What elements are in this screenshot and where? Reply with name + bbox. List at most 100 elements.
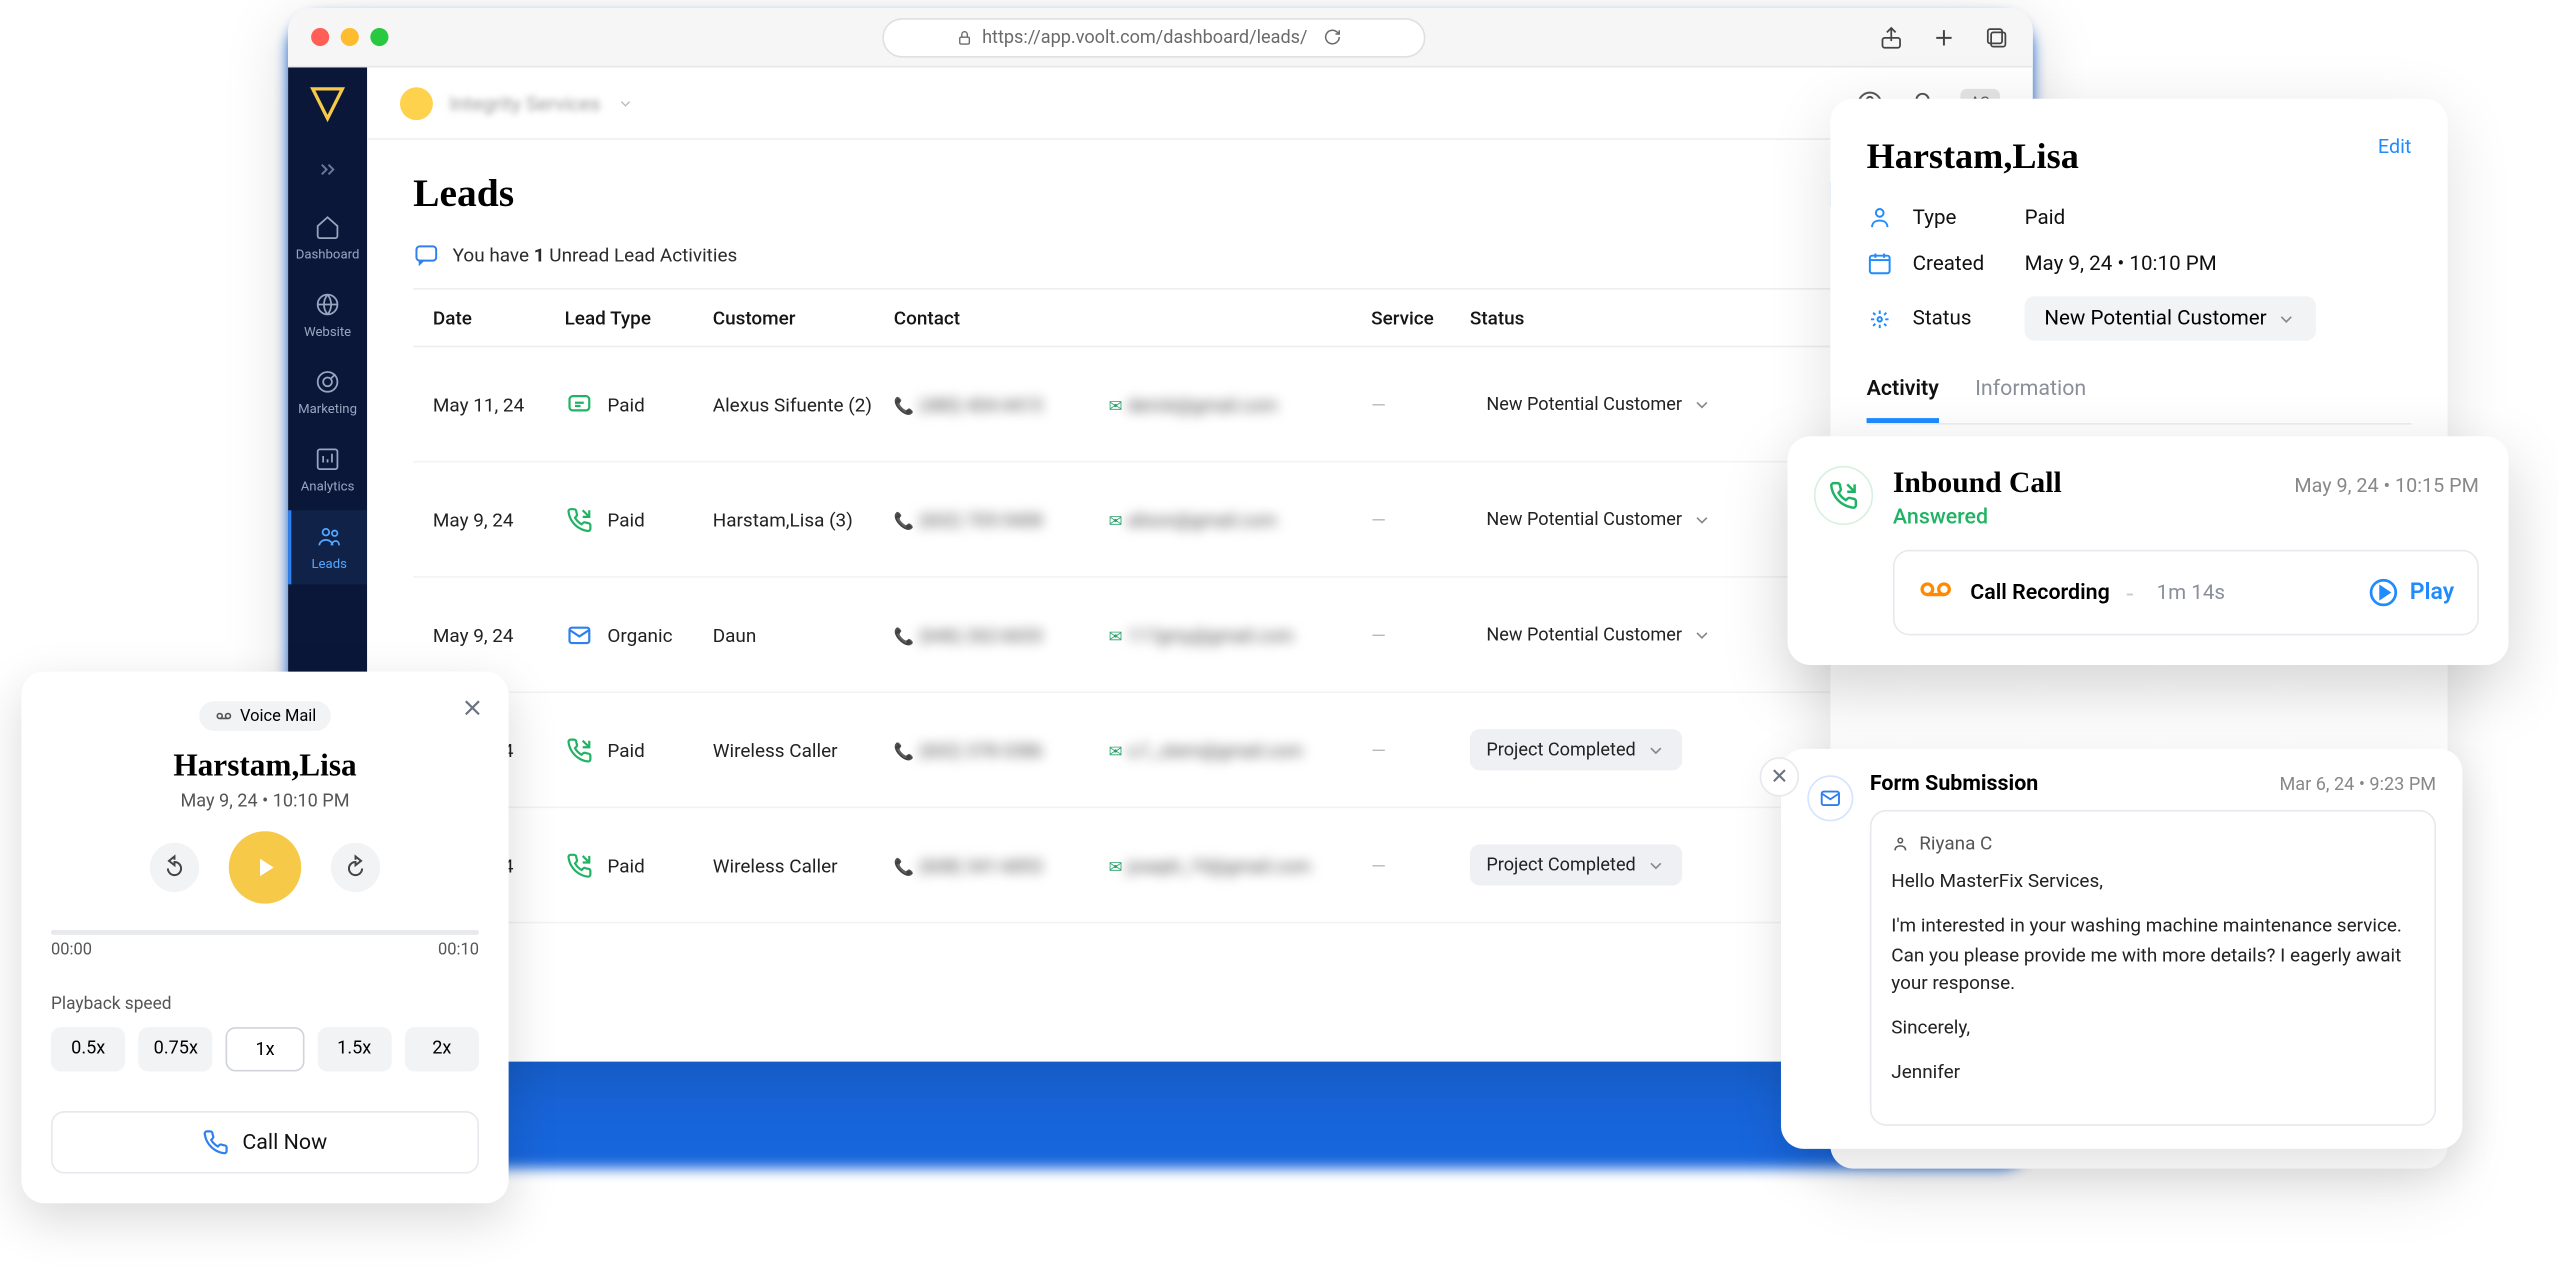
time-current: 00:00 bbox=[51, 942, 92, 960]
cell-customer: Wireless Caller bbox=[713, 738, 894, 761]
form-user: Riyana C bbox=[1891, 831, 2414, 854]
share-icon[interactable] bbox=[1878, 24, 1904, 50]
table-row[interactable]: May 11, 24 Paid Alexus Sifuente (2) 📞 (4… bbox=[413, 347, 1987, 462]
cell-service: — bbox=[1371, 853, 1470, 876]
chevron-down-icon[interactable] bbox=[617, 95, 633, 111]
cell-service: — bbox=[1371, 393, 1470, 416]
status-dropdown[interactable]: New Potential Customer bbox=[1470, 614, 1728, 655]
cell-lead-type: Paid bbox=[607, 393, 644, 416]
sidebar-collapse-icon[interactable] bbox=[316, 156, 339, 187]
sidebar-item-leads[interactable]: Leads bbox=[288, 510, 367, 584]
status-dropdown[interactable]: Project Completed bbox=[1470, 844, 1682, 885]
page-title: Leads bbox=[413, 172, 514, 216]
sidebar-item-analytics[interactable]: Analytics bbox=[288, 433, 367, 507]
cell-date: May 9, 24 bbox=[433, 623, 565, 646]
mail-icon bbox=[565, 620, 595, 650]
cell-service: — bbox=[1371, 738, 1470, 761]
table-row[interactable]: May 9, 24 Paid Harstam,Lisa (3) 📞 (602) … bbox=[413, 463, 1987, 578]
lead-name: Harstam,Lisa bbox=[1867, 135, 2079, 178]
status-dropdown[interactable]: New Potential Customer bbox=[1470, 384, 1728, 425]
sidebar-item-label: Dashboard bbox=[296, 247, 360, 262]
speed-option[interactable]: 0.75x bbox=[139, 1027, 213, 1071]
status-icon bbox=[1867, 305, 1897, 331]
reload-icon[interactable] bbox=[1324, 28, 1342, 46]
play-button[interactable] bbox=[229, 831, 301, 903]
rewind-10-button[interactable] bbox=[150, 843, 199, 892]
cell-customer: Alexus Sifuente (2) bbox=[713, 393, 894, 416]
cell-contact: 📞 (602) 705-5408 ✉ alison@gmail.com bbox=[894, 508, 1371, 531]
chevron-down-icon bbox=[1646, 855, 1666, 875]
tabs-icon[interactable] bbox=[1983, 24, 2009, 50]
msg-icon bbox=[565, 389, 595, 419]
calendar-icon bbox=[1867, 250, 1897, 276]
status-dropdown[interactable]: New Potential Customer bbox=[2025, 296, 2316, 340]
call-in-icon bbox=[565, 504, 595, 534]
sidebar-item-website[interactable]: Website bbox=[288, 278, 367, 352]
vm-time: May 9, 24 • 10:10 PM bbox=[51, 790, 479, 811]
cell-service: — bbox=[1371, 508, 1470, 531]
window-min-dot[interactable] bbox=[341, 28, 359, 46]
col-status: Status bbox=[1470, 306, 1799, 329]
plus-icon[interactable] bbox=[1931, 24, 1957, 50]
sidebar-item-label: Website bbox=[304, 324, 351, 339]
table-row[interactable]: May 5, 24 Paid Wireless Caller 📞 (602) 3… bbox=[413, 693, 1987, 808]
window-close-dot[interactable] bbox=[311, 28, 329, 46]
edit-link[interactable]: Edit bbox=[2378, 135, 2411, 158]
speed-option[interactable]: 2x bbox=[405, 1027, 479, 1071]
status-dropdown[interactable]: Project Completed bbox=[1470, 729, 1682, 770]
workspace-name[interactable]: Integrity Services bbox=[449, 91, 600, 114]
voicemail-card: Voice Mail Harstam,Lisa May 9, 24 • 10:1… bbox=[21, 672, 508, 1204]
playback-track[interactable] bbox=[51, 930, 479, 935]
inbound-title: Inbound Call bbox=[1893, 466, 2062, 501]
tab-information[interactable]: Information bbox=[1975, 377, 2086, 423]
cell-contact: 📞 (608) 341-6853 ✉ joseph_19@gmail.com bbox=[894, 853, 1371, 876]
url-text: https://app.voolt.com/dashboard/leads/ bbox=[982, 26, 1307, 47]
speed-option[interactable]: 1x bbox=[226, 1027, 304, 1071]
play-icon bbox=[2367, 576, 2400, 609]
form-time: Mar 6, 24 • 9:23 PM bbox=[2279, 774, 2436, 795]
window-max-dot[interactable] bbox=[370, 28, 388, 46]
sidebar-item-dashboard[interactable]: Dashboard bbox=[288, 201, 367, 275]
cell-date: May 9, 24 bbox=[433, 508, 565, 531]
inbound-time: May 9, 24 • 10:15 PM bbox=[2294, 474, 2478, 497]
status-dropdown[interactable]: New Potential Customer bbox=[1470, 499, 1728, 540]
call-in-icon bbox=[565, 735, 595, 765]
sidebar-item-marketing[interactable]: Marketing bbox=[288, 356, 367, 430]
forward-10-button[interactable] bbox=[331, 843, 380, 892]
leads-table: Date Lead Type Customer Contact Service … bbox=[413, 288, 1987, 923]
voicemail-icon bbox=[214, 706, 234, 726]
table-row[interactable]: May 4, 24 Paid Wireless Caller 📞 (608) 3… bbox=[413, 808, 1987, 923]
chevron-down-icon bbox=[1646, 740, 1666, 760]
cell-lead-type: Paid bbox=[607, 738, 644, 761]
close-icon[interactable] bbox=[459, 695, 485, 728]
col-service: Service bbox=[1371, 306, 1470, 329]
person-icon bbox=[1891, 834, 1909, 852]
close-button[interactable]: ✕ bbox=[1760, 757, 1800, 797]
call-in-icon bbox=[565, 850, 595, 880]
address-bar[interactable]: https://app.voolt.com/dashboard/leads/ bbox=[882, 17, 1425, 57]
play-icon bbox=[250, 853, 280, 883]
workspace-icon bbox=[400, 86, 433, 119]
cell-customer: Wireless Caller bbox=[713, 853, 894, 876]
speed-option[interactable]: 0.5x bbox=[51, 1027, 125, 1071]
voicemail-icon bbox=[1918, 571, 1954, 614]
table-row[interactable]: May 9, 24 Organic Daun 📞 (646) 262-6653 … bbox=[413, 578, 1987, 693]
col-lead-type: Lead Type bbox=[565, 306, 713, 329]
recording-duration: 1m 14s bbox=[2157, 580, 2225, 605]
logo-icon bbox=[308, 84, 348, 124]
chat-icon bbox=[413, 242, 439, 268]
cell-customer: Daun bbox=[713, 623, 894, 646]
cell-contact: 📞 (646) 262-6653 ✉ 117gmy@gmail.com bbox=[894, 623, 1371, 646]
cell-date: May 11, 24 bbox=[433, 393, 565, 416]
sidebar-item-label: Analytics bbox=[301, 479, 355, 494]
browser-chrome-bar: https://app.voolt.com/dashboard/leads/ bbox=[288, 8, 2033, 67]
play-button[interactable]: Play bbox=[2367, 576, 2454, 609]
cell-lead-type: Organic bbox=[607, 623, 672, 646]
detail-tabs: Activity Information bbox=[1867, 377, 2412, 425]
tab-activity[interactable]: Activity bbox=[1867, 377, 1939, 423]
meta-created-label: Created bbox=[1913, 251, 2008, 276]
browser-window: https://app.voolt.com/dashboard/leads/ D… bbox=[288, 8, 2033, 1061]
speed-option[interactable]: 1.5x bbox=[317, 1027, 391, 1071]
col-customer: Customer bbox=[713, 306, 894, 329]
call-now-button[interactable]: Call Now bbox=[51, 1111, 479, 1174]
